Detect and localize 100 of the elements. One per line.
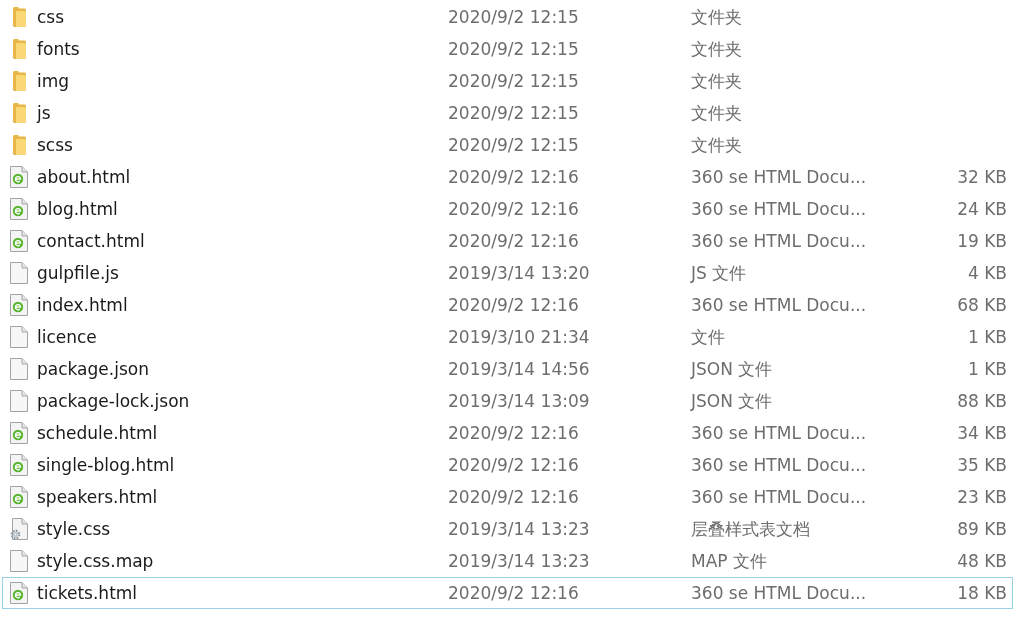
file-size: 88 KB xyxy=(957,391,1007,411)
file-type: 文件夹 xyxy=(691,133,742,157)
file-name: style.css.map xyxy=(37,551,154,571)
modified-date: 2019/3/14 13:20 xyxy=(448,263,590,283)
file-size: 34 KB xyxy=(957,423,1007,443)
file-size: 1 KB xyxy=(967,359,1007,379)
file-row[interactable]: contact.html 2020/9/2 12:16 360 se HTML Docu... 19 KB xyxy=(2,225,1013,257)
file-type: JSON 文件 xyxy=(691,357,773,381)
file-name: img xyxy=(37,71,70,91)
file-size: 32 KB xyxy=(957,167,1007,187)
document-gear-icon xyxy=(10,518,28,540)
modified-date: 2019/3/14 13:23 xyxy=(448,519,590,539)
file-name: style.css xyxy=(37,519,111,539)
file-row[interactable]: style.css.map 2019/3/14 13:23 MAP 文件 48 KB xyxy=(2,545,1013,577)
file-name: index.html xyxy=(37,295,128,315)
file-name: licence xyxy=(37,327,97,347)
modified-date: 2020/9/2 12:16 xyxy=(448,167,579,187)
file-name: package.json xyxy=(37,359,149,379)
file-row[interactable]: fonts 2020/9/2 12:15 文件夹 xyxy=(2,33,1013,65)
file-row[interactable]: schedule.html 2020/9/2 12:16 360 se HTML Docu... 34 KB xyxy=(2,417,1013,449)
file-size: 23 KB xyxy=(957,487,1007,507)
modified-date: 2020/9/2 12:16 xyxy=(448,487,579,507)
modified-date: 2020/9/2 12:15 xyxy=(448,135,579,155)
file-size: 18 KB xyxy=(957,583,1007,603)
file-name: fonts xyxy=(37,39,80,59)
file-name: blog.html xyxy=(37,199,118,219)
file-type: MAP 文件 xyxy=(691,549,767,573)
modified-date: 2020/9/2 12:16 xyxy=(448,455,579,475)
file-size: 24 KB xyxy=(957,199,1007,219)
file-name: speakers.html xyxy=(37,487,158,507)
modified-date: 2019/3/14 13:09 xyxy=(448,391,590,411)
file-size: 35 KB xyxy=(957,455,1007,475)
file-name: single-blog.html xyxy=(37,455,175,475)
html-document-icon xyxy=(10,198,28,220)
file-row[interactable]: speakers.html 2020/9/2 12:16 360 se HTML Docu... 23 KB xyxy=(2,481,1013,513)
file-type: 360 se HTML Docu... xyxy=(691,231,867,251)
file-size: 1 KB xyxy=(967,327,1007,347)
folder-icon xyxy=(13,135,26,155)
html-document-icon xyxy=(10,166,28,188)
file-name: about.html xyxy=(37,167,131,187)
file-row[interactable]: style.css 2019/3/14 13:23 层叠样式表文档 89 KB xyxy=(2,513,1013,545)
file-size: 89 KB xyxy=(957,519,1007,539)
file-row[interactable]: single-blog.html 2020/9/2 12:16 360 se HTML Docu... 35 KB xyxy=(2,449,1013,481)
file-row[interactable]: css 2020/9/2 12:15 文件夹 xyxy=(2,1,1013,33)
modified-date: 2020/9/2 12:15 xyxy=(448,71,579,91)
modified-date: 2020/9/2 12:16 xyxy=(448,295,579,315)
html-document-icon xyxy=(10,486,28,508)
folder-icon xyxy=(13,71,26,91)
file-type: 文件夹 xyxy=(691,69,742,93)
html-document-icon xyxy=(10,582,28,604)
file-type: 360 se HTML Docu... xyxy=(691,295,867,315)
file-type: 文件夹 xyxy=(691,5,742,29)
file-name: package-lock.json xyxy=(37,391,190,411)
modified-date: 2020/9/2 12:15 xyxy=(448,7,579,27)
file-size: 19 KB xyxy=(957,231,1007,251)
file-size: 48 KB xyxy=(957,551,1007,571)
file-type: 360 se HTML Docu... xyxy=(691,455,867,475)
file-type: 文件夹 xyxy=(691,37,742,61)
file-name: tickets.html xyxy=(37,583,138,603)
modified-date: 2019/3/10 21:34 xyxy=(448,327,590,347)
file-row[interactable]: blog.html 2020/9/2 12:16 360 se HTML Docu... 24 KB xyxy=(2,193,1013,225)
file-size: 4 KB xyxy=(967,263,1007,283)
file-type: JSON 文件 xyxy=(691,389,773,413)
file-row[interactable]: scss 2020/9/2 12:15 文件夹 xyxy=(2,129,1013,161)
file-row[interactable]: licence 2019/3/10 21:34 文件 1 KB xyxy=(2,321,1013,353)
document-icon xyxy=(10,326,28,348)
file-row[interactable]: tickets.html 2020/9/2 12:16 360 se HTML Docu... 18 KB xyxy=(2,577,1013,609)
modified-date: 2020/9/2 12:15 xyxy=(448,103,579,123)
file-type: 层叠样式表文档 xyxy=(691,517,810,541)
file-size: 68 KB xyxy=(957,295,1007,315)
modified-date: 2019/3/14 14:56 xyxy=(448,359,590,379)
document-icon xyxy=(10,550,28,572)
file-row[interactable]: package-lock.json 2019/3/14 13:09 JSON 文件 88 KB xyxy=(2,385,1013,417)
html-document-icon xyxy=(10,230,28,252)
document-icon xyxy=(10,358,28,380)
modified-date: 2020/9/2 12:16 xyxy=(448,583,579,603)
file-row[interactable]: index.html 2020/9/2 12:16 360 se HTML Docu... 68 KB xyxy=(2,289,1013,321)
html-document-icon xyxy=(10,422,28,444)
file-row[interactable]: img 2020/9/2 12:15 文件夹 xyxy=(2,65,1013,97)
modified-date: 2019/3/14 13:23 xyxy=(448,551,590,571)
folder-icon xyxy=(13,39,26,59)
file-name: contact.html xyxy=(37,231,145,251)
folder-icon xyxy=(13,103,26,123)
document-icon xyxy=(10,390,28,412)
document-icon xyxy=(10,262,28,284)
file-type: 文件夹 xyxy=(691,101,742,125)
file-row[interactable]: gulpfile.js 2019/3/14 13:20 JS 文件 4 KB xyxy=(2,257,1013,289)
file-name: scss xyxy=(37,135,73,155)
file-type: 360 se HTML Docu... xyxy=(691,199,867,219)
file-type: JS 文件 xyxy=(691,261,747,285)
html-document-icon xyxy=(10,454,28,476)
file-row[interactable]: js 2020/9/2 12:15 文件夹 xyxy=(2,97,1013,129)
file-type: 360 se HTML Docu... xyxy=(691,423,867,443)
file-row[interactable]: package.json 2019/3/14 14:56 JSON 文件 1 KB xyxy=(2,353,1013,385)
file-type: 文件 xyxy=(691,325,725,349)
file-name: js xyxy=(37,103,51,123)
folder-icon xyxy=(13,7,26,27)
file-row[interactable]: about.html 2020/9/2 12:16 360 se HTML Docu... 32 KB xyxy=(2,161,1013,193)
html-document-icon xyxy=(10,294,28,316)
file-name: schedule.html xyxy=(37,423,158,443)
